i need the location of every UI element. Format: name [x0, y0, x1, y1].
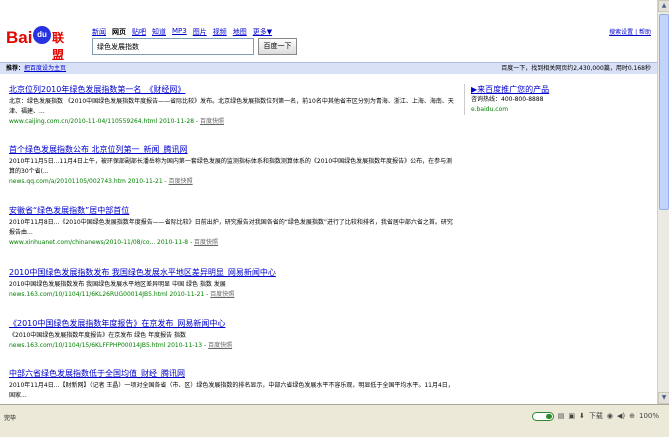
window-icon[interactable]: ▣	[568, 412, 575, 420]
result-snippet: 2010年11月5日...11月4日上午，被环保部副部长潘岳称为国内第一套绿色发…	[9, 158, 453, 175]
search-result: 2010中国绿色发展指数发布 我国绿色发展水平地区差异明显_网易新闻中心 201…	[9, 267, 454, 300]
result-stats: 百度一下，找到相关网页约2,430,000篇，用时0.168秒	[501, 65, 651, 72]
zoom-icon[interactable]: ⊕	[629, 412, 635, 420]
result-snippet: 《2010中国绿色发展指数年度报告》在京发布 绿色 年度报告 指数	[9, 332, 186, 339]
result-url-line: news.163.com/10/1104/15/6KLFFPHP00014JB5…	[9, 341, 454, 351]
logo-suffix: 联盟	[52, 31, 65, 62]
result-cache-link[interactable]: 百度快照	[210, 291, 234, 298]
security-icon[interactable]: ◉	[607, 412, 613, 420]
result-url: news.163.com/10/1104/11/6KL26RUG00014JB5…	[9, 291, 211, 298]
logo-bai-text: Bai	[6, 28, 33, 47]
zoom-level[interactable]: 100%	[639, 412, 659, 420]
result-snippet: 2010中国绿色发展指数发布 我国绿色发展水平地区差异明显 中国 绿色 指数 发…	[9, 281, 226, 288]
ad-title-link[interactable]: ▶来百度推广您的产品	[471, 84, 644, 95]
result-title-link[interactable]: 中部六省绿色发展指数低于全国均值_财经_腾讯网	[9, 368, 454, 379]
result-url: www.caijing.com.cn/2010-11-04/110559264.…	[9, 118, 200, 125]
result-url-line: www.caijing.com.cn/2010-11-04/110559264.…	[9, 117, 454, 127]
scrollbar-thumb[interactable]	[659, 14, 669, 210]
result-snippet: 2010年11月8日...《2010中国绿色发展指数年度报告——省际比较》日前出…	[9, 219, 453, 236]
search-input[interactable]: 绿色发展指数	[92, 38, 254, 55]
nav-more[interactable]: 更多▼	[253, 27, 272, 37]
result-url: www.xinhuanet.com/chinanews/2010-11/08/c…	[9, 239, 195, 246]
logo-paw-icon: du	[33, 26, 51, 44]
nav-map[interactable]: 地图	[233, 27, 247, 37]
result-url: news.qq.com/a/20101105/002743.htm 2010-1…	[9, 178, 169, 185]
result-title-link[interactable]: 2010中国绿色发展指数发布 我国绿色发展水平地区差异明显_网易新闻中心	[9, 267, 454, 278]
scroll-up-icon[interactable]: ▲	[658, 0, 669, 12]
result-url-line: news.qq.com/a/20101105/002743.htm 2010-1…	[9, 177, 454, 187]
nav-web: 网页	[112, 28, 126, 36]
nav-video[interactable]: 视频	[213, 27, 227, 37]
result-title-link[interactable]: 《2010中国绿色发展指数年度报告》在京发布_网易新闻中心	[9, 318, 454, 329]
result-title-link[interactable]: 首个绿色发展指数公布 北京位列第一_新闻_腾讯网	[9, 144, 454, 155]
search-result: 北京位列2010年绿色发展指数第一名_《财经网》 北京：绿色发展指数 《2010…	[9, 84, 454, 127]
browser-page: Bai du 联盟 新闻 网页 贴吧 知道 MP3 图片 视频 地图 更多▼ 绿…	[0, 0, 657, 404]
result-snippet: 北京：绿色发展指数 《2010中国绿色发展指数年度报告——省际比较》发布。北京绿…	[9, 98, 454, 115]
result-url-line: www.xinhuanet.com/chinanews/2010-11/08/c…	[9, 238, 454, 248]
result-snippet: 2010年11月4日...【财新网】（记者 王晶）一项对全国各省（市、区）绿色发…	[9, 382, 454, 399]
scroll-down-icon[interactable]: ▼	[658, 392, 669, 404]
recommend-prefix: 推荐：	[6, 65, 25, 72]
toggle-switch-icon[interactable]	[531, 411, 554, 421]
search-settings-link[interactable]: 搜索设置 | 帮助	[609, 27, 651, 36]
search-result: 《2010中国绿色发展指数年度报告》在京发布_网易新闻中心 《2010中国绿色发…	[9, 318, 454, 351]
nav-zhidao[interactable]: 知道	[152, 27, 166, 37]
set-homepage-link[interactable]: 把百度设为主页	[24, 65, 66, 72]
result-cache-link[interactable]: 百度快照	[200, 118, 224, 125]
result-cache-link[interactable]: 百度快照	[208, 342, 232, 349]
speaker-icon[interactable]: ◀)	[617, 412, 625, 420]
search-result: 中部六省绿色发展指数低于全国均值_财经_腾讯网 2010年11月4日...【财新…	[9, 368, 454, 401]
recommend-area: 推荐：把百度设为主页	[6, 63, 66, 74]
result-url: news.163.com/10/1104/15/6KLFFPHP00014JB5…	[9, 342, 209, 349]
search-button[interactable]: 百度一下	[258, 38, 297, 55]
nav-tieba[interactable]: 贴吧	[132, 27, 146, 37]
search-result: 首个绿色发展指数公布 北京位列第一_新闻_腾讯网 2010年11月5日...11…	[9, 144, 454, 187]
ad-url: e.baidu.com	[471, 106, 509, 113]
search-category-nav: 新闻 网页 贴吧 知道 MP3 图片 视频 地图 更多▼	[92, 27, 272, 37]
ad-hotline: 咨询热线：400-800-8888	[471, 96, 544, 103]
result-info-bar: 推荐：把百度设为主页 百度一下，找到相关网页约2,430,000篇，用时0.16…	[0, 62, 657, 74]
vertical-scrollbar[interactable]: ▲ ▼	[657, 0, 669, 404]
nav-news[interactable]: 新闻	[92, 27, 106, 37]
result-url-line: news.163.com/10/1104/11/6KL26RUG00014JB5…	[9, 290, 454, 300]
status-text: 完毕	[4, 415, 17, 422]
baidu-logo[interactable]: Bai du 联盟	[6, 24, 70, 62]
status-tools: ▤ ▣ ⬇ 下载 ◉ ◀) ⊕ 100%	[531, 411, 659, 421]
search-result: 安徽省“绿色发展指数”居中部首位 2010年11月8日...《2010中国绿色发…	[9, 205, 454, 248]
nav-images[interactable]: 图片	[193, 27, 207, 37]
result-cache-link[interactable]: 百度快照	[194, 239, 218, 246]
browser-status-bar: 完毕 ▤ ▣ ⬇ 下载 ◉ ◀) ⊕ 100%	[0, 404, 669, 437]
download-label[interactable]: 下载	[589, 411, 603, 421]
page-icon[interactable]: ▤	[558, 412, 565, 420]
result-cache-link[interactable]: 百度快照	[169, 178, 193, 185]
nav-mp3[interactable]: MP3	[172, 27, 187, 37]
download-arrow-icon[interactable]: ⬇	[579, 412, 585, 420]
result-title-link[interactable]: 安徽省“绿色发展指数”居中部首位	[9, 205, 454, 216]
result-title-link[interactable]: 北京位列2010年绿色发展指数第一名_《财经网》	[9, 84, 454, 95]
sponsored-ad: ▶来百度推广您的产品 咨询热线：400-800-8888 e.baidu.com	[464, 84, 644, 115]
